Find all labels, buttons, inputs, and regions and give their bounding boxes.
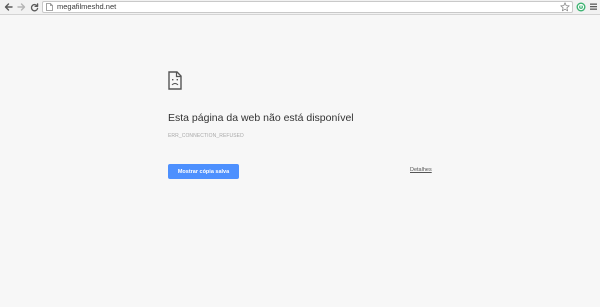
page-icon bbox=[46, 3, 53, 11]
details-link[interactable]: Detalhes bbox=[410, 167, 432, 173]
extension-icon[interactable] bbox=[576, 2, 586, 12]
reload-icon bbox=[30, 2, 38, 11]
sad-page-icon bbox=[168, 71, 182, 90]
hamburger-menu-icon[interactable] bbox=[589, 2, 598, 11]
url-text[interactable]: megafilmeshd.net bbox=[57, 2, 116, 12]
error-title: Esta página da web não está disponível bbox=[168, 112, 354, 124]
error-code: ERR_CONNECTION_REFUSED bbox=[168, 133, 244, 139]
error-page: Esta página da web não está disponível E… bbox=[0, 15, 600, 307]
reload-button[interactable] bbox=[29, 2, 39, 12]
back-button[interactable] bbox=[3, 2, 13, 12]
forward-button[interactable] bbox=[16, 2, 26, 12]
star-icon[interactable] bbox=[560, 2, 570, 12]
address-bar[interactable]: megafilmeshd.net bbox=[42, 1, 573, 13]
forward-arrow-icon bbox=[16, 3, 25, 11]
back-arrow-icon bbox=[4, 3, 13, 11]
browser-toolbar: megafilmeshd.net bbox=[0, 0, 600, 15]
show-saved-copy-button[interactable]: Mostrar cópia salva bbox=[168, 164, 239, 179]
